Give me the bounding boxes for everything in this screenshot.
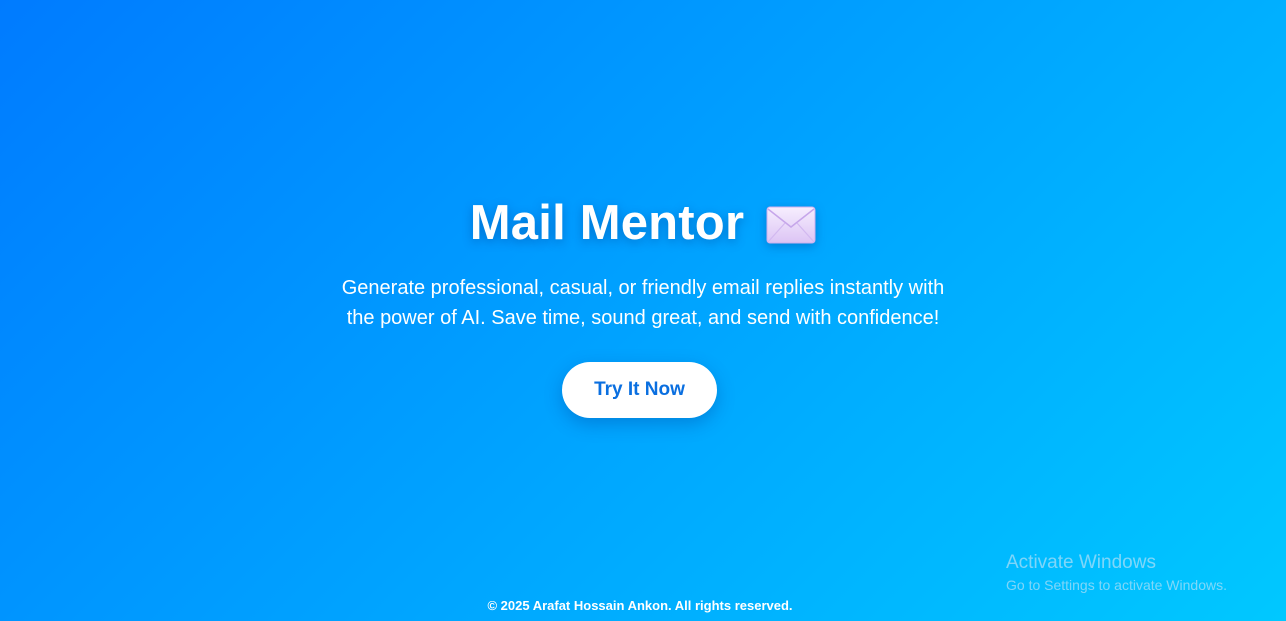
- page-title: Mail Mentor: [469, 196, 745, 250]
- hero-section: Mail Mentor Generate professional, casua…: [0, 0, 1286, 621]
- title-row: Mail Mentor: [0, 192, 1286, 254]
- tagline-line-1: Generate professional, casual, or friend…: [341, 277, 945, 299]
- watermark-subtitle: Go to Settings to activate Windows.: [1006, 577, 1227, 593]
- footer-copyright: © 2025 Arafat Hossain Ankon. All rights …: [487, 598, 793, 613]
- tagline: Generate professional, casual, or friend…: [0, 273, 1286, 333]
- envelope-icon: [766, 206, 816, 244]
- activate-windows-watermark: Activate Windows Go to Settings to activ…: [1006, 552, 1227, 596]
- watermark-title: Activate Windows: [1006, 552, 1156, 573]
- tagline-line-2: the power of AI. Save time, sound great,…: [346, 307, 940, 329]
- try-it-now-button[interactable]: Try It Now: [562, 362, 717, 418]
